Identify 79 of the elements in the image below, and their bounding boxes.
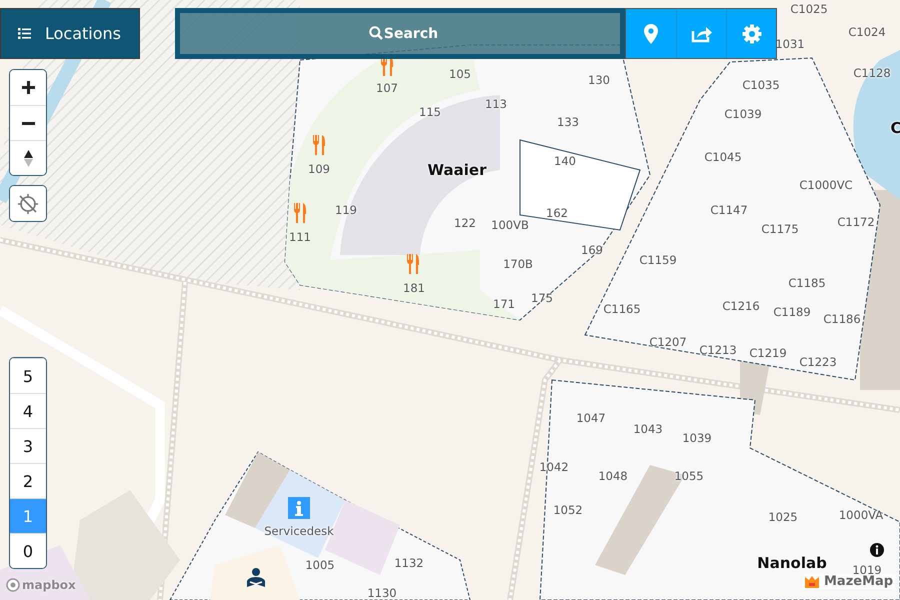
- search-field[interactable]: Search: [175, 8, 625, 59]
- share-icon: [690, 24, 712, 42]
- fork-knife-icon: [293, 203, 307, 223]
- room-label: 111: [289, 230, 311, 244]
- pin-icon: [643, 24, 659, 44]
- room-label: C1175: [761, 222, 799, 236]
- room-label: C1045: [704, 150, 742, 164]
- room-label: 181: [403, 281, 425, 295]
- room-label: 1039: [682, 431, 712, 445]
- location-off-icon: [17, 192, 39, 214]
- room-label: 169: [581, 243, 603, 257]
- list-icon: [18, 28, 31, 39]
- room-label: C1147: [710, 203, 748, 217]
- room-label: 1000VA: [838, 508, 884, 522]
- fork-knife-icon: [406, 254, 420, 274]
- room-label: C1223: [799, 355, 837, 369]
- floor-button[interactable]: 0: [10, 533, 46, 568]
- room-label: 1055: [674, 469, 704, 483]
- room-label: 1052: [553, 503, 583, 517]
- locations-button[interactable]: Locations: [0, 8, 140, 59]
- room-label: C1213: [699, 343, 737, 357]
- fork-knife-icon: [380, 56, 394, 76]
- room-label: 170B: [503, 257, 533, 271]
- room-label: C1207: [649, 335, 687, 349]
- person-reading-icon: [244, 567, 268, 589]
- room-label: C1219: [749, 346, 787, 360]
- room-label: 109: [308, 162, 330, 176]
- room-label: 115: [419, 105, 441, 119]
- room-label: 1048: [598, 469, 628, 483]
- search-icon: [369, 26, 383, 40]
- room-label: 122: [454, 216, 476, 230]
- room-label: 1019: [852, 563, 882, 577]
- room-label: 140: [554, 154, 576, 168]
- room-label: 171: [493, 297, 515, 311]
- minus-icon: [22, 122, 34, 124]
- room-label: 130: [588, 73, 610, 87]
- room-label: 1130: [367, 586, 397, 600]
- building-floorplan[interactable]: [539, 379, 900, 600]
- compass-button[interactable]: [10, 140, 46, 175]
- room-label: 1132: [394, 556, 424, 570]
- room-label: C1025: [790, 2, 828, 16]
- room-label: C1172: [837, 215, 875, 229]
- room-label: 1042: [539, 460, 569, 474]
- room-label: C1165: [603, 302, 641, 316]
- room-label: C1035: [742, 78, 780, 92]
- room-label: 1031: [775, 37, 805, 51]
- room-label: C1185: [788, 276, 826, 290]
- room-label: 162: [546, 206, 568, 220]
- room-label: C1159: [639, 253, 677, 267]
- room-label: 107: [376, 81, 398, 95]
- room-label: C1039: [724, 107, 762, 121]
- room-label: 100VB: [491, 218, 529, 232]
- locate-button[interactable]: [10, 186, 46, 221]
- room-label: 119: [335, 203, 357, 217]
- room-label: 175: [531, 291, 553, 305]
- building-label: Waaier: [428, 161, 486, 179]
- fork-knife-icon: [312, 135, 326, 155]
- room-label: 105: [449, 67, 471, 81]
- room-label: C1000VC: [799, 178, 853, 192]
- room-label: C1024: [848, 25, 886, 39]
- room-label: C1189: [773, 305, 811, 319]
- room-label: C1216: [722, 299, 760, 313]
- room-label: 133: [557, 115, 579, 129]
- building-label: Nanolab: [757, 554, 827, 572]
- gear-icon: [742, 24, 762, 44]
- compass-icon: [24, 150, 32, 166]
- poi-label: Servicedesk: [264, 524, 334, 538]
- room-label: 113: [485, 97, 507, 111]
- room-label: C1128: [853, 66, 891, 80]
- room-label: C1186: [823, 312, 861, 326]
- room-label: 1047: [576, 411, 606, 425]
- mapbox-logo-icon: [6, 578, 20, 592]
- mazemap-logo-icon: [805, 574, 819, 588]
- room-label: 1025: [768, 510, 798, 524]
- room-label: 1005: [305, 558, 335, 572]
- room-label: 1043: [633, 422, 663, 436]
- plus-icon: [22, 81, 34, 94]
- info-icon: [288, 497, 310, 519]
- info-icon[interactable]: [869, 542, 885, 558]
